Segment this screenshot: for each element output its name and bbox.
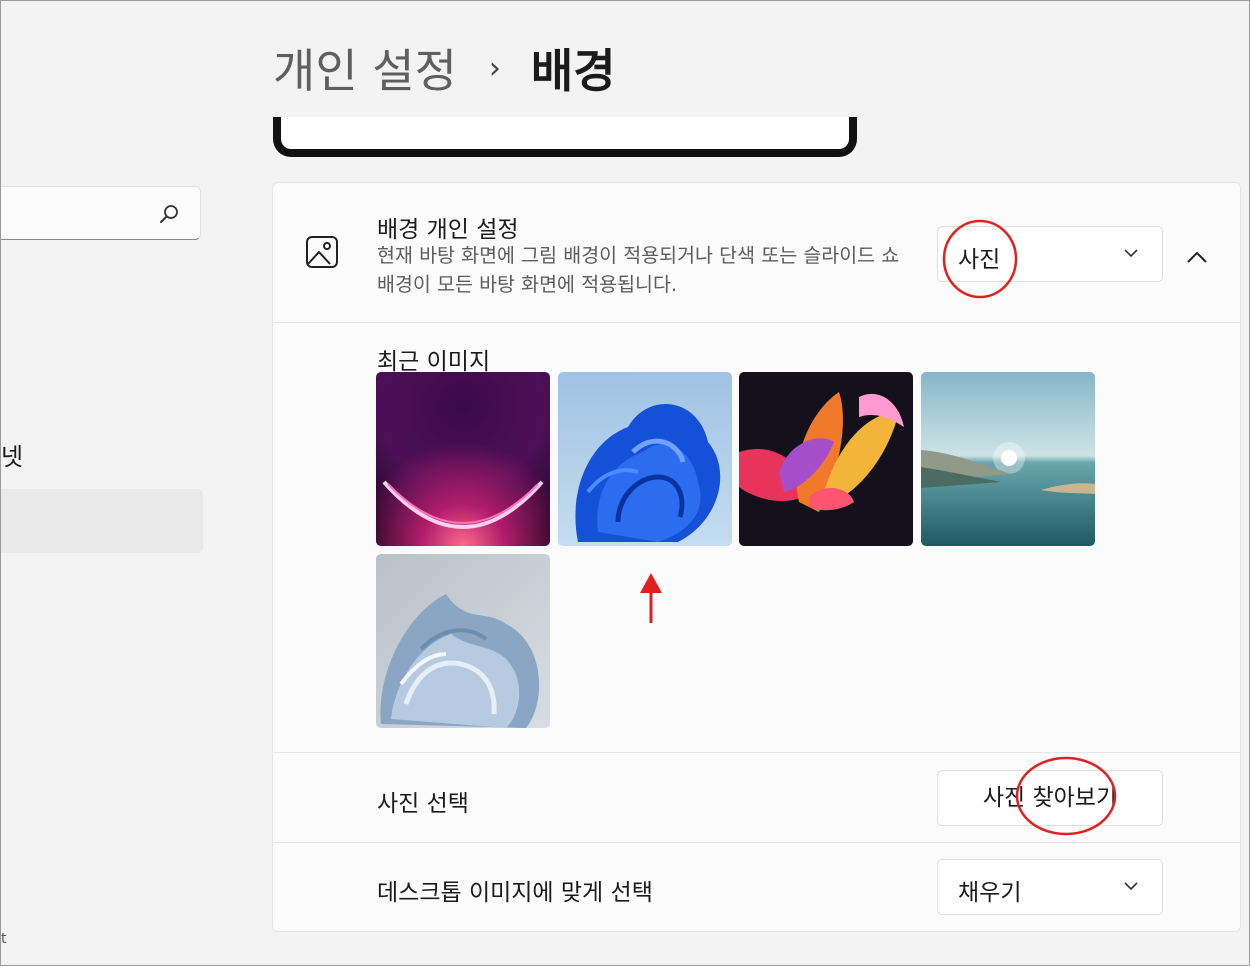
- desktop-preview: [273, 117, 857, 157]
- page-title: 배경: [530, 44, 616, 98]
- breadcrumb-parent[interactable]: 개인 설정: [273, 35, 457, 101]
- recent-image-4[interactable]: [921, 372, 1095, 546]
- recent-image-2[interactable]: [558, 372, 732, 546]
- sidebar-item-personalization[interactable]: [1, 489, 203, 553]
- recent-image-1[interactable]: [376, 372, 550, 546]
- chevron-down-icon: [1124, 249, 1138, 258]
- background-title: 배경 개인 설정: [377, 217, 519, 243]
- browse-photos-button[interactable]: 사진 찾아보기: [937, 770, 1163, 826]
- divider: [273, 322, 1240, 323]
- breadcrumb-separator: ›: [488, 50, 501, 86]
- background-type-value: 사진: [958, 247, 1001, 273]
- background-description: 현재 바탕 화면에 그림 배경이 적용되거나 단색 또는 슬라이드 쇼 배경이 …: [377, 244, 900, 296]
- background-settings-card: 배경 개인 설정 현재 바탕 화면에 그림 배경이 적용되거나 단색 또는 슬라…: [272, 182, 1241, 932]
- divider: [273, 752, 1240, 753]
- fit-label: 데스크톱 이미지에 맞게 선택: [377, 880, 653, 906]
- choose-photo-label: 사진 선택: [377, 791, 469, 817]
- recent-images-label: 최근 이미지: [377, 349, 491, 375]
- fit-value: 채우기: [958, 880, 1022, 906]
- sidebar-fragment: t: [1, 931, 7, 947]
- picture-icon: [306, 236, 338, 268]
- annotation-arrow-icon: [640, 573, 662, 623]
- background-type-dropdown[interactable]: 사진: [937, 226, 1163, 282]
- collapse-button[interactable]: [1177, 239, 1217, 279]
- recent-image-5[interactable]: [376, 554, 550, 728]
- chevron-up-icon: [1187, 251, 1207, 263]
- settings-search-input[interactable]: [1, 186, 201, 240]
- divider: [273, 842, 1240, 843]
- breadcrumb: 개인 설정 › 배경: [273, 35, 616, 101]
- search-icon: [160, 205, 178, 223]
- chevron-down-icon: [1124, 882, 1138, 891]
- sidebar-item-network[interactable]: 넷: [1, 437, 23, 472]
- fit-dropdown[interactable]: 채우기: [937, 859, 1163, 915]
- recent-image-3[interactable]: [739, 372, 913, 546]
